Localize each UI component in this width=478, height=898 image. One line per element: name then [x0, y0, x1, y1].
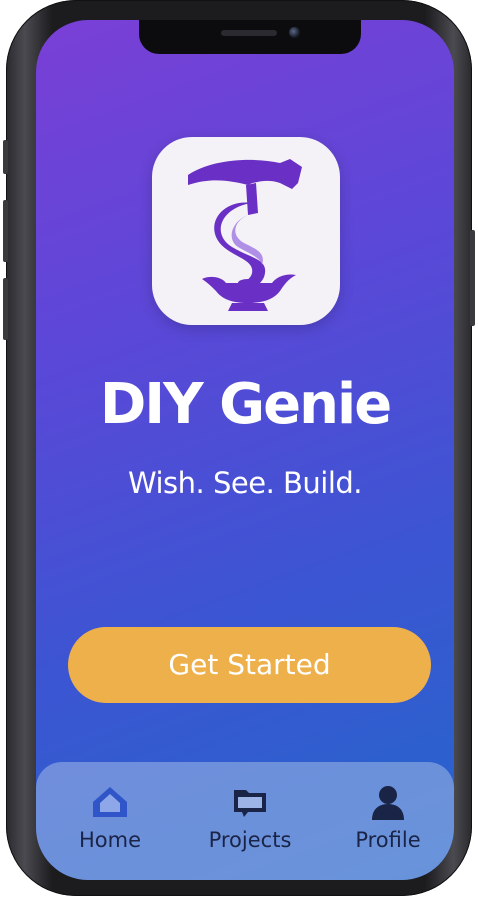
tab-home[interactable]: Home: [50, 784, 170, 864]
app-logo: [152, 137, 340, 325]
bottom-tab-bar: Home Projects Profile: [36, 762, 454, 880]
home-icon: [93, 787, 127, 817]
folder-icon: [234, 790, 266, 817]
speaker-grille: [221, 30, 277, 36]
notch: [139, 20, 361, 54]
person-icon: [372, 786, 404, 820]
app-tagline: Wish. See. Build.: [127, 466, 363, 500]
tab-projects[interactable]: Projects: [190, 784, 310, 864]
tab-profile-label: Profile: [355, 828, 421, 852]
volume-down-button: [3, 278, 8, 340]
camera-icon: [289, 27, 300, 38]
tab-profile[interactable]: Profile: [328, 784, 448, 864]
volume-up-button: [3, 200, 8, 262]
silent-switch: [3, 140, 8, 174]
hammer-genie-lamp-icon: [188, 159, 302, 311]
get-started-button[interactable]: Get Started: [68, 627, 431, 703]
app-screen: DIY Genie Wish. See. Build. Get Started …: [36, 20, 454, 880]
app-title: DIY Genie: [99, 372, 392, 437]
tab-home-label: Home: [78, 828, 141, 852]
power-button: [470, 230, 475, 326]
phone-frame: DIY Genie Wish. See. Build. Get Started …: [3, 0, 475, 896]
tab-projects-label: Projects: [208, 828, 292, 852]
